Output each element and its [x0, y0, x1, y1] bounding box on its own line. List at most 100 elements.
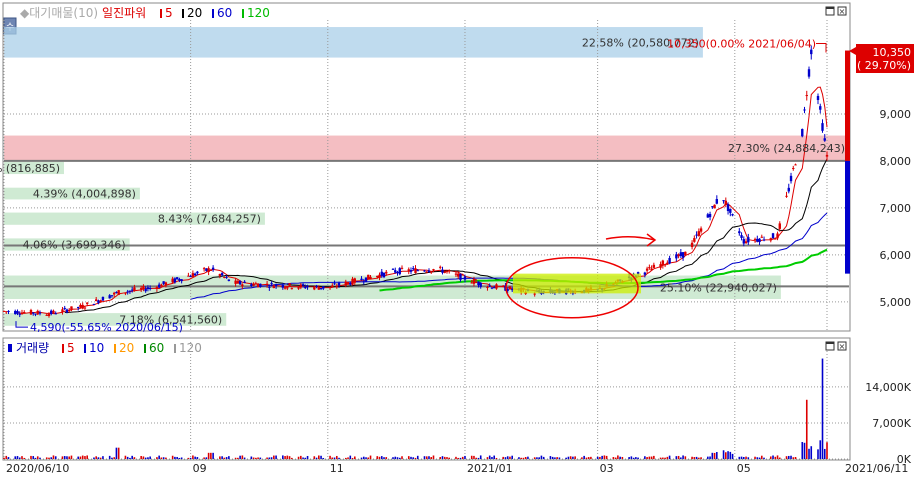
candle-body: [34, 313, 37, 315]
candle-body: [758, 238, 761, 243]
volume-bar: [383, 457, 385, 459]
volume-bar: [329, 455, 331, 459]
candle-body: [290, 288, 294, 290]
volume-bar: [819, 440, 822, 459]
volume-bar: [113, 457, 115, 459]
candle-body: [760, 236, 763, 238]
candle-body: [268, 286, 271, 288]
candle-body: [445, 271, 449, 273]
chart-canvas[interactable]: 수 22.58% (20,580,772)27.30% (24,884,243)…: [0, 0, 915, 476]
candle-body: [486, 286, 489, 288]
volume-bar: [34, 457, 37, 459]
volume-bar: [95, 456, 97, 459]
volume-bar: [630, 456, 633, 459]
volume-bar: [189, 457, 192, 459]
candle-body: [61, 309, 64, 312]
candle-body: [396, 271, 399, 273]
volume-bar: [144, 457, 147, 459]
volume-bar: [207, 452, 210, 459]
candle-body: [52, 310, 55, 313]
volume-bar: [461, 456, 464, 459]
candle-body: [443, 271, 446, 273]
volume-bar: [666, 456, 669, 459]
volume-bar: [558, 457, 561, 459]
volume-bar: [693, 457, 696, 459]
volume-bar: [255, 457, 257, 459]
volume-bar: [428, 456, 430, 459]
candle-body: [501, 285, 505, 288]
candle-body: [142, 286, 145, 289]
volume-bar: [542, 456, 545, 459]
candle-body: [353, 278, 356, 283]
volume-bar: [284, 456, 286, 459]
volume-bar: [792, 457, 795, 459]
candle-body: [645, 268, 649, 271]
volume-bar: [727, 451, 729, 459]
volume-bar: [63, 456, 66, 459]
candle-body: [475, 282, 478, 284]
candle-body: [164, 282, 168, 286]
volume-bar: [18, 457, 21, 459]
candle-body: [20, 312, 24, 315]
volume-bar: [351, 457, 354, 459]
legend-ma-label: 20: [119, 341, 134, 355]
volume-bar: [250, 456, 253, 459]
candle-body: [652, 264, 656, 268]
volume-bar: [270, 457, 273, 459]
volume-bar: [333, 457, 336, 459]
candle-body: [238, 281, 242, 285]
candle-body: [83, 307, 87, 309]
volume-bar: [763, 457, 765, 459]
candle-body: [112, 292, 116, 295]
candle-body: [146, 287, 150, 290]
volume-bar: [518, 457, 520, 459]
candle-body: [23, 311, 26, 313]
candle-body: [319, 288, 323, 290]
volume-bar: [504, 457, 507, 459]
candle-body: [331, 285, 334, 288]
volume-bar: [826, 442, 828, 459]
candle-body: [367, 274, 370, 280]
highlight-box: [513, 273, 641, 294]
candle-body: [346, 282, 350, 284]
volume-bar: [506, 456, 509, 459]
candle-body: [794, 164, 797, 166]
candle-body: [477, 281, 480, 286]
volume-bar: [522, 457, 525, 459]
legend-ma-label: 120: [247, 6, 270, 20]
volume-bar: [115, 447, 118, 459]
candle-body: [425, 271, 428, 273]
volume-bar: [21, 456, 23, 459]
candle-body: [148, 288, 152, 290]
volume-bar: [794, 456, 797, 459]
legend-ma-swatch: [212, 9, 214, 18]
legend-ma-label: 20: [187, 6, 202, 20]
volume-tick-label: 14,000K: [865, 381, 911, 394]
candle-body: [234, 280, 237, 284]
volume-bar: [725, 452, 727, 459]
legend-ma-swatch: [174, 344, 176, 353]
volume-bar: [637, 457, 639, 459]
candle-body: [133, 287, 136, 291]
volume-bar: [601, 455, 603, 459]
volume-bar: [14, 456, 17, 459]
candle-body: [250, 284, 253, 287]
volume-bar: [745, 456, 747, 459]
legend-ma-label: 5: [67, 341, 75, 355]
candle-body: [690, 242, 694, 247]
volume-bar: [698, 457, 700, 459]
volume-bar: [158, 455, 160, 459]
volume-bar: [691, 456, 693, 459]
volume-bar: [268, 457, 271, 459]
legend-prefix: 대기매물(10): [29, 6, 98, 20]
candle-body: [738, 231, 741, 234]
volume-bar: [488, 455, 491, 459]
candle-body: [160, 284, 163, 287]
volume-bar: [102, 456, 104, 459]
volume-bar: [66, 456, 68, 459]
date-tick-label: 2021/01: [467, 462, 513, 475]
volume-bar: [585, 457, 588, 459]
candle-body: [801, 129, 804, 137]
volume-bar: [551, 456, 554, 459]
volume-bar: [401, 456, 403, 459]
